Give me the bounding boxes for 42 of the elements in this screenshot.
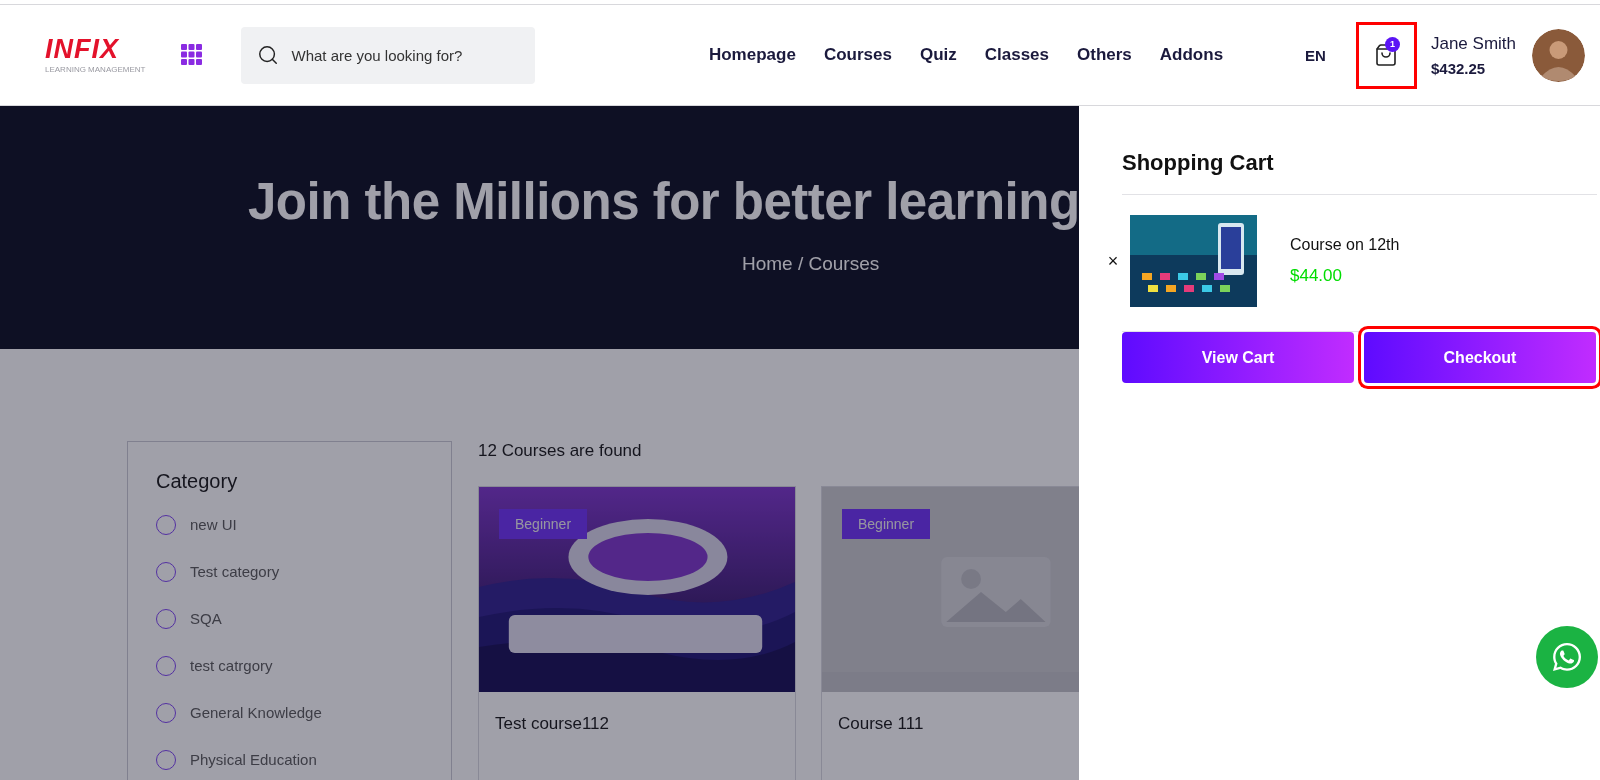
user-name[interactable]: Jane Smith <box>1430 33 1516 54</box>
cart-item-price: $44.00 <box>1290 266 1343 286</box>
cart-count-badge: 1 <box>1384 36 1400 52</box>
user-balance: $432.25 <box>1430 59 1487 77</box>
category-label[interactable]: new UI <box>190 516 237 533</box>
filter-title: Category <box>156 470 239 493</box>
bag-icon <box>1374 43 1399 67</box>
category-label[interactable]: test catrgory <box>190 657 273 674</box>
course-title[interactable]: Course 111 <box>822 692 1079 756</box>
course-title[interactable]: Test course112 <box>479 692 795 756</box>
category-label[interactable]: General Knowledge <box>190 704 322 721</box>
logo-tagline: LEARNING MANAGEMENT <box>45 65 146 74</box>
level-tag: Beginner <box>499 509 588 539</box>
avatar-icon[interactable] <box>1532 28 1585 82</box>
remove-button[interactable]: × <box>1104 250 1122 272</box>
category-label[interactable]: SQA <box>190 610 222 627</box>
nav-link[interactable]: Others <box>1077 45 1132 65</box>
cart-item-name: Course on 12th <box>1290 236 1400 254</box>
breadcrumb: Home / Courses <box>742 253 881 275</box>
whatsapp-icon <box>1551 641 1583 673</box>
grid-menu-icon[interactable] <box>181 44 204 66</box>
course-card[interactable]: Beginner Test course112 <box>478 486 796 780</box>
drawer-title: Shopping Cart <box>1122 150 1275 176</box>
category-label[interactable]: Test category <box>190 563 280 580</box>
search-input[interactable]: What are you looking for? <box>289 45 520 65</box>
nav-link[interactable]: Classes <box>984 45 1050 65</box>
cart-button[interactable]: 1 <box>1355 21 1417 89</box>
nav-link[interactable]: Courses <box>823 45 892 65</box>
search-icon <box>257 44 280 66</box>
nav-link[interactable]: Quiz <box>919 45 957 65</box>
category-label[interactable]: Physical Education <box>190 751 317 768</box>
nav-link[interactable]: Addons <box>1159 45 1224 65</box>
course-card[interactable]: Beginner Course 111 <box>821 486 1079 780</box>
hero-title: Join the Millions for better learning <box>248 172 1079 231</box>
cart-action-button[interactable]: View Cart <box>1122 332 1354 383</box>
search-bar[interactable]: What are you looking for? <box>241 26 536 84</box>
results-count: 12 Courses are found <box>478 441 643 461</box>
logo-wordmark[interactable]: INFIX <box>45 36 119 63</box>
language-selector[interactable]: EN <box>1305 46 1326 64</box>
page-overlay[interactable] <box>0 106 1079 780</box>
nav-link[interactable]: Homepage <box>708 45 796 65</box>
level-tag: Beginner <box>842 509 931 539</box>
